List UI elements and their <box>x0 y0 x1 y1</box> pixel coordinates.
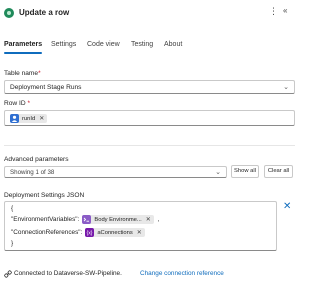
row-id-input[interactable]: runId ✕ <box>4 110 295 126</box>
action-title[interactable]: Update a row <box>19 8 69 17</box>
variable-icon: {x} <box>85 228 95 237</box>
connection-icon <box>4 270 12 280</box>
tab-settings[interactable]: Settings <box>51 38 76 58</box>
row-id-label: Row ID * <box>4 100 31 107</box>
connection-status-text: Connected to Dataverse-SW-Pipeline. <box>14 270 122 277</box>
json-close-brace: } <box>11 240 14 247</box>
remove-token-icon[interactable]: ✕ <box>39 115 44 122</box>
divider <box>4 145 295 146</box>
table-name-select[interactable]: Deployment Stage Runs ⌄ <box>4 80 295 94</box>
advanced-parameters-select[interactable]: Showing 1 of 38 ⌄ <box>4 166 227 178</box>
show-all-button[interactable]: Show all <box>231 165 259 178</box>
json-comma: , <box>157 216 160 223</box>
tab-parameters[interactable]: Parameters <box>4 38 43 58</box>
json-key-environment-variables: "EnvironmentVariables": <box>11 216 80 223</box>
remove-token-icon[interactable]: ✕ <box>137 229 142 236</box>
dataverse-icon <box>10 114 19 123</box>
tab-about[interactable]: About <box>164 38 182 58</box>
body-environment-token[interactable]: Body Environme... ✕ <box>82 215 154 224</box>
aconnections-token-label: aConnections <box>97 229 133 236</box>
advanced-parameters-value: Showing 1 of 38 <box>10 169 55 176</box>
body-environment-token-label: Body Environme... <box>94 216 142 223</box>
deployment-settings-json-label: Deployment Settings JSON <box>4 192 85 199</box>
clear-all-button[interactable]: Clear all <box>264 165 293 178</box>
aconnections-token[interactable]: {x} aConnections ✕ <box>85 228 145 237</box>
json-line-environment-variables: "EnvironmentVariables": Body Environme..… <box>11 215 160 224</box>
remove-token-icon[interactable]: ✕ <box>146 216 151 223</box>
json-open-brace: { <box>11 205 14 212</box>
chevron-down-icon: ⌄ <box>215 169 221 176</box>
chevron-down-icon: ⌄ <box>283 84 289 91</box>
compose-icon <box>82 215 92 224</box>
table-name-value: Deployment Stage Runs <box>10 84 82 91</box>
tab-testing[interactable]: Testing <box>131 38 153 58</box>
tab-code-view[interactable]: Code view <box>87 38 120 58</box>
runid-token[interactable]: runId ✕ <box>10 114 48 123</box>
json-line-connection-references: "ConnectionReferences": {x} aConnections… <box>11 228 145 237</box>
json-key-connection-references: "ConnectionReferences": <box>11 229 83 236</box>
deployment-settings-json-input[interactable]: { "EnvironmentVariables": Body Environme… <box>4 201 277 251</box>
table-name-label: Table name* <box>4 70 41 77</box>
dataverse-logo-icon <box>4 8 14 18</box>
svg-text:{x}: {x} <box>87 231 93 237</box>
tab-bar: Parameters Settings Code view Testing Ab… <box>0 38 300 58</box>
advanced-parameters-label: Advanced parameters <box>4 156 69 163</box>
runid-token-label: runId <box>22 115 36 122</box>
collapse-panel-icon[interactable]: « <box>283 6 287 15</box>
header: Update a row ⋮ « <box>0 0 300 24</box>
clear-json-icon[interactable]: ✕ <box>283 201 291 212</box>
more-options-icon[interactable]: ⋮ <box>269 6 278 17</box>
change-connection-reference-link[interactable]: Change connection reference <box>140 270 224 277</box>
